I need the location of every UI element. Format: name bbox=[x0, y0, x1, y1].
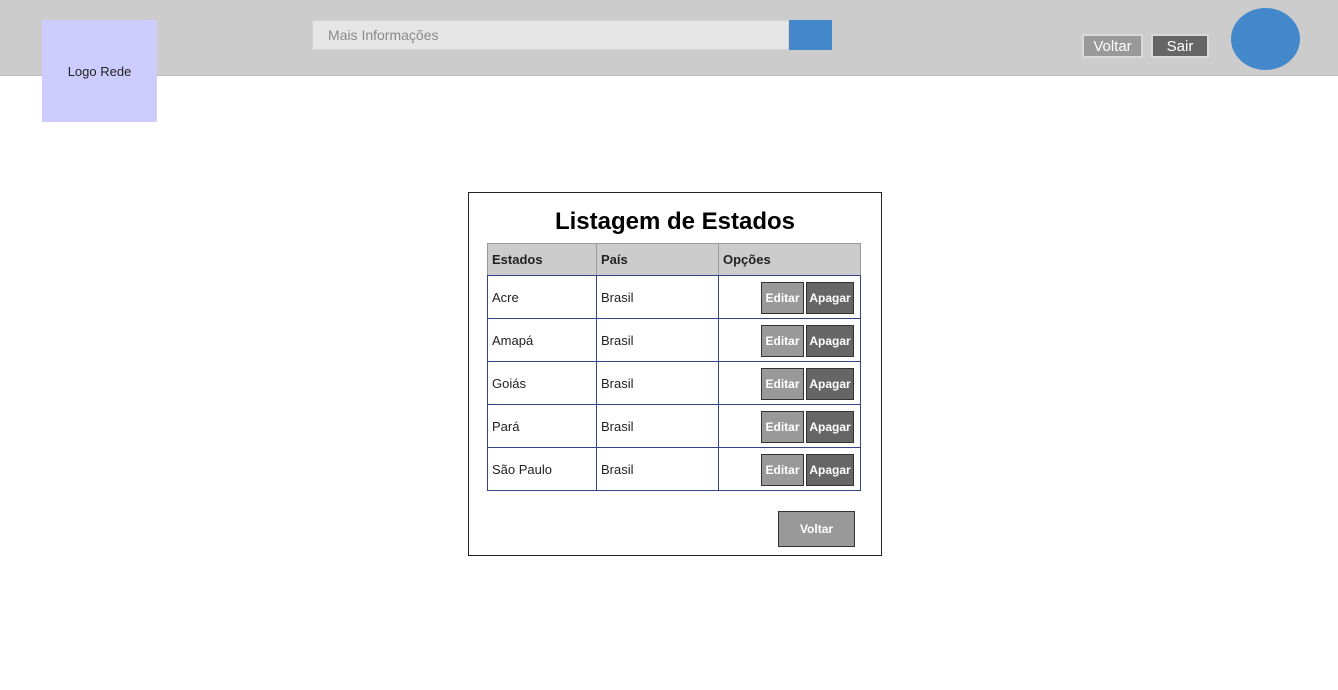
delete-button[interactable]: Apagar bbox=[806, 411, 854, 443]
delete-button[interactable]: Apagar bbox=[806, 454, 854, 486]
table-row: Amapá Brasil Editar Apagar bbox=[487, 318, 861, 362]
column-header-estados: Estados bbox=[487, 243, 597, 276]
edit-button[interactable]: Editar bbox=[761, 454, 804, 486]
cell-estado: São Paulo bbox=[487, 447, 597, 491]
cell-options: Editar Apagar bbox=[718, 275, 861, 319]
logo-text: Logo Rede bbox=[67, 63, 132, 79]
search-input[interactable] bbox=[312, 20, 789, 50]
cell-pais: Brasil bbox=[596, 361, 719, 405]
search-bar bbox=[312, 20, 832, 50]
column-header-opcoes: Opções bbox=[718, 243, 861, 276]
table-row: São Paulo Brasil Editar Apagar bbox=[487, 447, 861, 491]
page-title: Listagem de Estados bbox=[554, 208, 796, 235]
cell-estado: Goiás bbox=[487, 361, 597, 405]
cell-options: Editar Apagar bbox=[718, 404, 861, 448]
search-button[interactable] bbox=[789, 20, 832, 50]
back-button[interactable]: Voltar bbox=[778, 511, 855, 547]
states-list-panel: Listagem de Estados Estados País Opções … bbox=[468, 192, 882, 556]
logout-button[interactable]: Sair bbox=[1151, 34, 1209, 58]
delete-button[interactable]: Apagar bbox=[806, 368, 854, 400]
edit-button[interactable]: Editar bbox=[761, 325, 804, 357]
edit-button[interactable]: Editar bbox=[761, 282, 804, 314]
states-table: Estados País Opções Acre Brasil Editar A… bbox=[487, 243, 861, 491]
cell-estado: Pará bbox=[487, 404, 597, 448]
delete-button[interactable]: Apagar bbox=[806, 325, 854, 357]
header-back-button[interactable]: Voltar bbox=[1082, 34, 1143, 58]
user-avatar[interactable] bbox=[1231, 8, 1300, 70]
delete-button[interactable]: Apagar bbox=[806, 282, 854, 314]
cell-pais: Brasil bbox=[596, 447, 719, 491]
cell-estado: Acre bbox=[487, 275, 597, 319]
cell-options: Editar Apagar bbox=[718, 447, 861, 491]
cell-estado: Amapá bbox=[487, 318, 597, 362]
table-row: Pará Brasil Editar Apagar bbox=[487, 404, 861, 448]
edit-button[interactable]: Editar bbox=[761, 368, 804, 400]
logo: Logo Rede bbox=[42, 20, 157, 122]
table-row: Goiás Brasil Editar Apagar bbox=[487, 361, 861, 405]
column-header-pais: País bbox=[596, 243, 719, 276]
table-header-row: Estados País Opções bbox=[487, 243, 861, 276]
table-row: Acre Brasil Editar Apagar bbox=[487, 275, 861, 319]
cell-pais: Brasil bbox=[596, 275, 719, 319]
edit-button[interactable]: Editar bbox=[761, 411, 804, 443]
cell-options: Editar Apagar bbox=[718, 361, 861, 405]
cell-pais: Brasil bbox=[596, 404, 719, 448]
cell-options: Editar Apagar bbox=[718, 318, 861, 362]
cell-pais: Brasil bbox=[596, 318, 719, 362]
